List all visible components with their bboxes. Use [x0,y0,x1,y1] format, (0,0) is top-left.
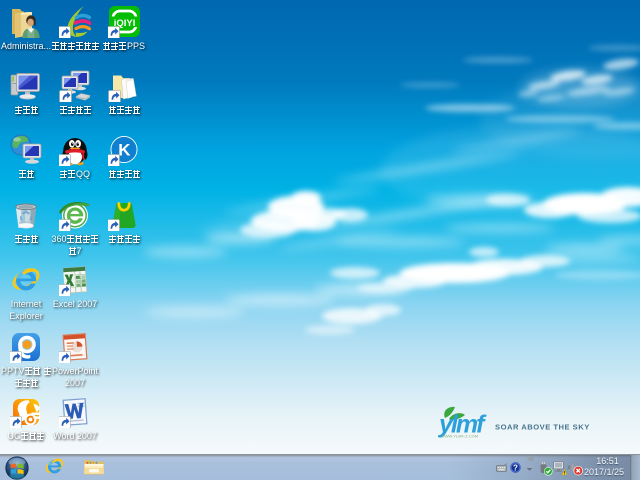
svg-text:WWW.YLMF-Z.COM: WWW.YLMF-Z.COM [441,434,478,439]
svg-text:K: K [118,141,131,160]
svg-text:?: ? [513,464,518,473]
svg-text:SOAR ABOVE THE SKY: SOAR ABOVE THE SKY [495,423,590,432]
